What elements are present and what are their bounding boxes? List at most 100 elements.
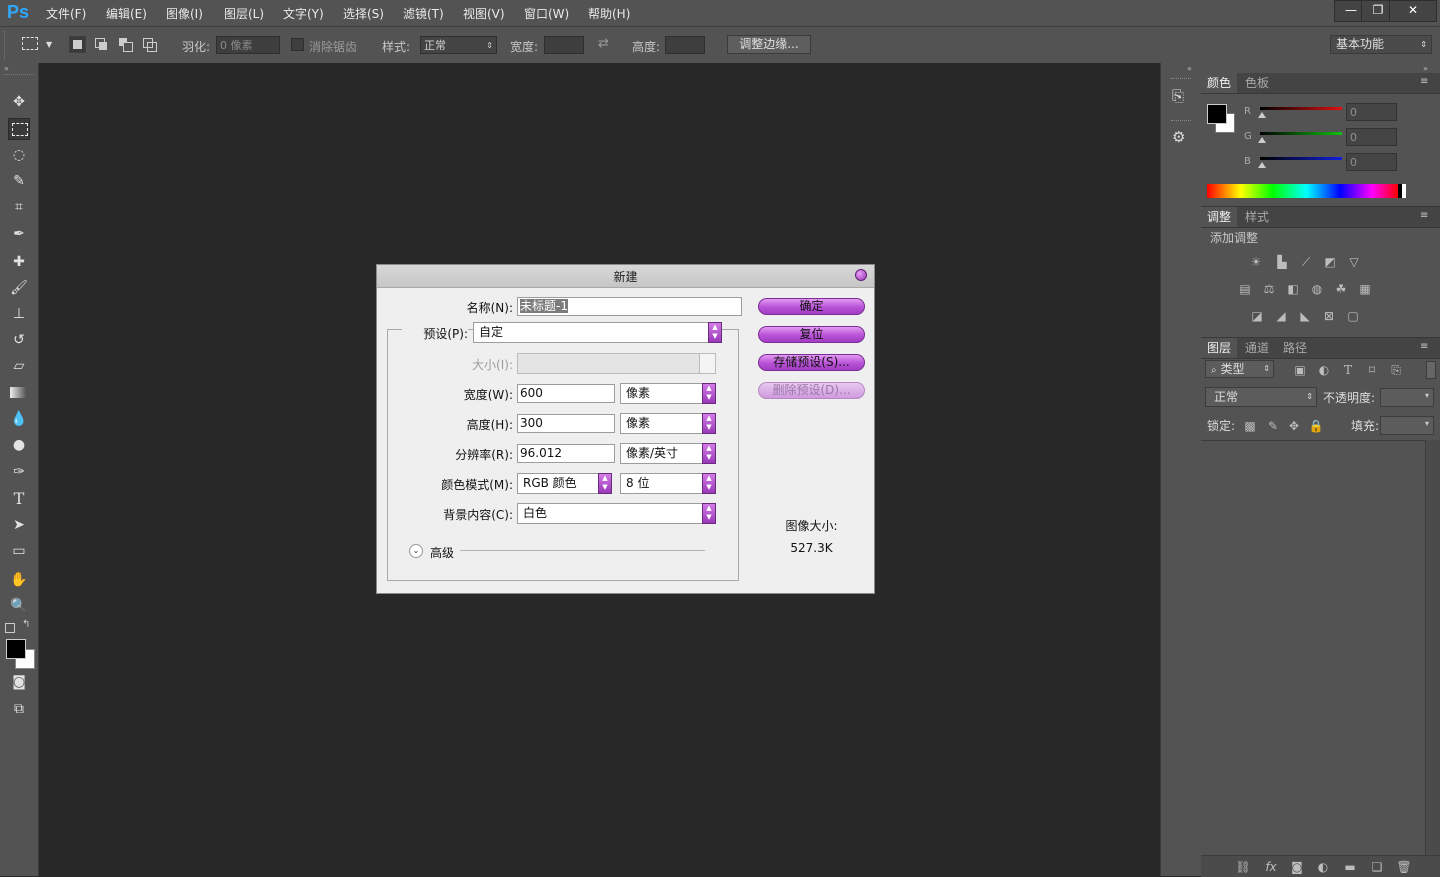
slider-handle-icon[interactable] — [1258, 162, 1266, 168]
antialias-checkbox[interactable] — [291, 38, 304, 51]
green-slider[interactable] — [1260, 132, 1342, 135]
default-colors-icon[interactable] — [5, 623, 15, 633]
quick-select-tool-icon[interactable]: ✎ — [8, 170, 30, 192]
width-unit-select[interactable]: 像素 ▲ ▼ — [620, 383, 716, 404]
collapse-dock-icon[interactable]: » — [1423, 64, 1428, 73]
quick-mask-icon[interactable]: ◙ — [8, 671, 30, 693]
new-group-icon[interactable]: ▬ — [1342, 860, 1358, 874]
panel-menu-icon[interactable]: ≡ — [1420, 210, 1428, 221]
photo-filter-icon[interactable]: ◍ — [1309, 282, 1325, 296]
height-input[interactable]: 300 — [517, 414, 615, 433]
menu-file[interactable]: 文件(F) — [46, 5, 86, 22]
gradient-map-icon[interactable]: ⊠ — [1321, 309, 1337, 323]
layers-scrollbar[interactable] — [1425, 440, 1440, 855]
trash-icon[interactable]: 🗑 — [1396, 860, 1412, 874]
new-adjustment-icon[interactable]: ◐ — [1315, 860, 1331, 874]
path-select-tool-icon[interactable]: ➤ — [8, 514, 30, 536]
filter-toggle[interactable] — [1426, 361, 1436, 379]
layer-style-icon[interactable]: fx — [1263, 860, 1279, 874]
layer-filter-select[interactable]: ⌕ 类型 ⇕ — [1205, 360, 1274, 378]
green-value[interactable]: 0 — [1346, 128, 1397, 146]
menu-filter[interactable]: 滤镜(T) — [403, 5, 444, 22]
collapse-toolbar-icon[interactable]: » — [4, 64, 9, 73]
save-preset-button[interactable]: 存储预设(S)... — [758, 354, 865, 371]
slider-handle-icon[interactable] — [1258, 137, 1266, 143]
marquee-tool-icon[interactable] — [8, 118, 30, 140]
layer-mask-icon[interactable]: ◙ — [1289, 860, 1305, 874]
brush-tool-icon[interactable]: 🖌 — [8, 277, 30, 299]
blur-tool-icon[interactable]: 💧 — [8, 408, 30, 430]
adjustment-filter-icon[interactable]: ◐ — [1316, 363, 1332, 377]
move-tool-icon[interactable]: ✥ — [8, 91, 30, 113]
foreground-color-swatch[interactable] — [6, 639, 26, 659]
refine-edge-button[interactable]: 调整边缘... — [727, 35, 811, 54]
blue-slider[interactable] — [1260, 157, 1342, 160]
resolution-input[interactable]: 96.012 — [517, 444, 615, 463]
tab-swatches[interactable]: 色板 — [1239, 73, 1275, 93]
brightness-icon[interactable]: ☀ — [1248, 255, 1264, 269]
pen-tool-icon[interactable]: ✑ — [8, 461, 30, 483]
preset-dropdown-icon[interactable]: ▼ — [46, 40, 52, 49]
preset-select[interactable]: 自定 ▲ ▼ — [473, 322, 722, 343]
color-lookup-icon[interactable]: ▦ — [1357, 282, 1373, 296]
color-mode-select[interactable]: RGB 颜色 ▲ ▼ — [517, 473, 612, 494]
dialog-close-icon[interactable] — [855, 269, 867, 281]
screen-mode-icon[interactable]: ⧉ — [8, 698, 30, 720]
shape-filter-icon[interactable]: ⌑ — [1364, 363, 1380, 377]
crop-tool-icon[interactable]: ⌗ — [8, 196, 30, 218]
black-white-icon[interactable]: ◧ — [1285, 282, 1301, 296]
gradient-tool-icon[interactable] — [8, 382, 30, 404]
smart-object-filter-icon[interactable]: ⎘ — [1388, 363, 1404, 377]
red-slider[interactable] — [1260, 107, 1342, 110]
vibrance-icon[interactable]: ▽ — [1346, 255, 1362, 269]
lasso-tool-icon[interactable]: ◌ — [8, 144, 30, 166]
menu-layer[interactable]: 图层(L) — [224, 5, 264, 22]
blue-value[interactable]: 0 — [1346, 153, 1397, 171]
clone-stamp-tool-icon[interactable]: ⊥ — [8, 303, 30, 325]
posterize-icon[interactable]: ◢ — [1273, 309, 1289, 323]
color-spectrum-bar[interactable] — [1207, 184, 1406, 198]
red-value[interactable]: 0 — [1346, 103, 1397, 121]
expand-panels-icon[interactable]: « — [1187, 64, 1192, 73]
properties-panel-icon[interactable]: ⚙ — [1172, 128, 1185, 146]
panel-menu-icon[interactable]: ≡ — [1420, 341, 1428, 352]
new-selection-mode-icon[interactable] — [69, 36, 86, 53]
threshold-icon[interactable]: ◣ — [1297, 309, 1313, 323]
link-layers-icon[interactable]: ⛓ — [1235, 860, 1251, 874]
intersect-selection-mode-icon[interactable] — [141, 36, 158, 53]
blend-mode-select[interactable]: 正常 ⇕ — [1205, 387, 1317, 407]
bit-depth-select[interactable]: 8 位 ▲ ▼ — [620, 473, 716, 494]
background-select[interactable]: 白色 ▲ ▼ — [517, 503, 716, 524]
menu-image[interactable]: 图像(I) — [166, 5, 203, 22]
tab-layers[interactable]: 图层 — [1201, 338, 1238, 358]
levels-icon[interactable]: ▙ — [1274, 255, 1290, 269]
tab-adjustments[interactable]: 调整 — [1201, 207, 1238, 227]
advanced-label[interactable]: 高级 — [430, 544, 454, 561]
channel-mixer-icon[interactable]: ☘ — [1333, 282, 1349, 296]
invert-icon[interactable]: ◪ — [1249, 309, 1265, 323]
name-input[interactable]: 未标题-1 — [517, 297, 742, 316]
color-balance-icon[interactable]: ⚖ — [1261, 282, 1277, 296]
menu-help[interactable]: 帮助(H) — [588, 5, 630, 22]
healing-brush-tool-icon[interactable]: ✚ — [8, 251, 30, 273]
menu-select[interactable]: 选择(S) — [343, 5, 384, 22]
height-unit-select[interactable]: 像素 ▲ ▼ — [620, 413, 716, 434]
history-panel-icon[interactable]: ⎘ — [1172, 87, 1184, 105]
resolution-unit-select[interactable]: 像素/英寸 ▲ ▼ — [620, 443, 716, 464]
slider-handle-icon[interactable] — [1258, 112, 1266, 118]
workspace-select[interactable]: 基本功能 ⇕ — [1330, 35, 1432, 54]
close-button[interactable]: ✕ — [1389, 0, 1437, 22]
advanced-toggle-icon[interactable]: ⌄ — [409, 544, 423, 558]
tab-color[interactable]: 颜色 — [1201, 73, 1238, 93]
reset-button[interactable]: 复位 — [758, 326, 865, 343]
swap-colors-icon[interactable]: ↰ — [22, 619, 30, 630]
menu-edit[interactable]: 编辑(E) — [106, 5, 147, 22]
type-filter-icon[interactable]: T — [1340, 363, 1356, 377]
pixel-filter-icon[interactable]: ▣ — [1292, 363, 1308, 377]
tab-channels[interactable]: 通道 — [1239, 338, 1275, 358]
tab-paths[interactable]: 路径 — [1277, 338, 1313, 358]
marquee-preset-icon[interactable] — [22, 37, 38, 50]
foreground-color-swatch[interactable] — [1207, 104, 1227, 124]
type-tool-icon[interactable]: T — [8, 488, 30, 510]
eraser-tool-icon[interactable]: ▱ — [8, 355, 30, 377]
